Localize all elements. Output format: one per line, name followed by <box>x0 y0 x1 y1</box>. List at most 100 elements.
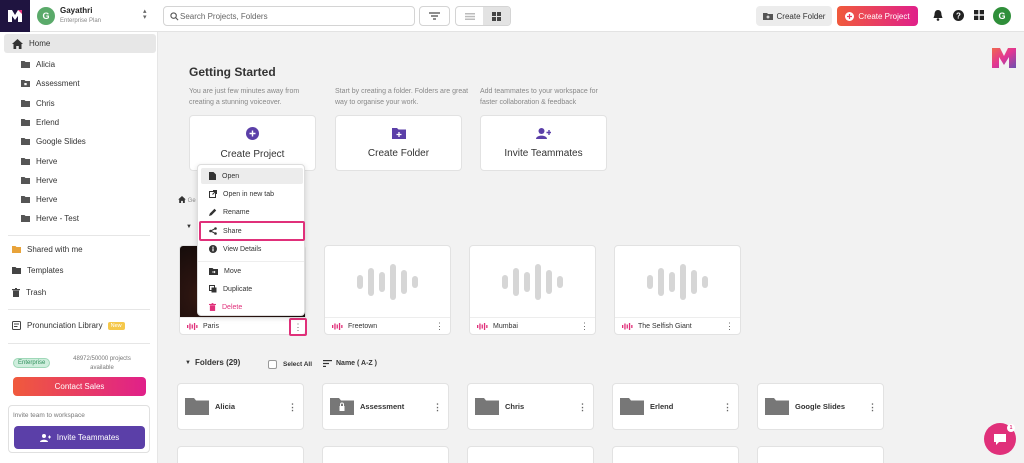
folder-card-alicia[interactable]: Alicia ⋮ <box>177 383 304 430</box>
info-icon <box>209 245 217 253</box>
waveform-placeholder-icon <box>356 263 418 300</box>
folder-card-google-slides[interactable]: Google Slides ⋮ <box>757 383 884 430</box>
folder-more-button[interactable]: ⋮ <box>868 403 877 412</box>
folders-title: Folders (29) <box>194 358 241 367</box>
project-name: The Selfish Giant <box>638 323 692 330</box>
collapse-folders-icon[interactable]: ▼ <box>185 360 191 366</box>
sidebar-item-home[interactable]: Home <box>4 34 156 53</box>
invite-input[interactable] <box>13 409 143 421</box>
breadcrumb[interactable]: Ge <box>178 196 196 204</box>
sidebar-folder-herve[interactable]: Herve <box>21 190 57 209</box>
project-more-button[interactable]: ⋮ <box>435 322 444 331</box>
project-footer: The Selfish Giant ⋮ <box>615 317 740 334</box>
menu-item-label: Share <box>223 227 242 235</box>
create-project-button[interactable]: Create Project <box>837 6 918 26</box>
create-folder-card[interactable]: Create Folder <box>335 115 462 171</box>
menu-item-rename[interactable]: Rename <box>201 204 303 220</box>
project-card-freetown[interactable]: Freetown ⋮ <box>324 245 451 335</box>
waveform-icon <box>187 323 198 330</box>
sort-dropdown[interactable]: Name ( A-Z ) <box>323 360 377 367</box>
menu-item-move[interactable]: Move <box>201 263 303 279</box>
sidebar-item-label: Herve <box>36 195 58 204</box>
waveform-icon <box>332 323 343 330</box>
sidebar-item-shared[interactable]: Shared with me <box>12 240 83 259</box>
folder-card[interactable] <box>757 446 884 463</box>
sidebar-divider <box>8 309 150 310</box>
menu-item-open-in-new-tab[interactable]: Open in new tab <box>201 186 303 202</box>
svg-text:?: ? <box>956 11 961 20</box>
workspace-name[interactable]: Gayathri <box>60 6 92 15</box>
folder-icon <box>21 61 30 68</box>
folder-more-button[interactable]: ⋮ <box>433 403 442 412</box>
folder-card[interactable] <box>467 446 594 463</box>
plus-circle-icon <box>845 11 855 21</box>
project-more-button[interactable]: ⋮ <box>725 322 734 331</box>
folder-more-button[interactable]: ⋮ <box>723 403 732 412</box>
sidebar-folder-assessment[interactable]: Assessment <box>21 74 80 93</box>
sidebar-folder-herve[interactable]: Herve <box>21 152 57 171</box>
sidebar-folder-chris[interactable]: Chris <box>21 94 55 113</box>
menu-item-open[interactable]: Open <box>201 168 303 184</box>
project-thumbnail <box>615 246 740 317</box>
project-card-the-selfish-giant[interactable]: The Selfish Giant ⋮ <box>614 245 741 335</box>
breadcrumb-label: Ge <box>187 198 196 204</box>
contact-sales-button[interactable]: Contact Sales <box>13 377 146 396</box>
project-more-button[interactable]: ⋮ <box>289 318 307 336</box>
grid-view-icon <box>492 11 501 21</box>
app-logo[interactable] <box>0 0 30 32</box>
folder-card[interactable] <box>612 446 739 463</box>
apps-grid-icon[interactable] <box>974 10 984 20</box>
sidebar-folder-erlend[interactable]: Erlend <box>21 113 59 132</box>
menu-item-duplicate[interactable]: Duplicate <box>201 281 303 297</box>
project-context-menu: Open Open in new tab Rename Share View D… <box>197 164 305 316</box>
menu-item-delete[interactable]: Delete <box>201 299 303 315</box>
invite-teammates-card[interactable]: Invite Teammates <box>480 115 607 171</box>
quota-count: 48972/50000 projects <box>73 356 131 362</box>
help-icon[interactable]: ? <box>953 10 964 21</box>
grid-view-button[interactable] <box>483 7 510 25</box>
project-quota: 48972/50000 projects available <box>52 355 152 373</box>
create-project-card[interactable]: Create Project <box>189 115 316 171</box>
sidebar-folder-google-slides[interactable]: Google Slides <box>21 132 86 151</box>
menu-item-label: View Details <box>223 245 262 253</box>
sidebar-item-trash[interactable]: Trash <box>12 283 46 302</box>
add-user-icon <box>39 433 51 442</box>
collapse-projects-icon[interactable]: ▼ <box>186 224 192 230</box>
sidebar-folder-alicia[interactable]: Alicia <box>21 55 55 74</box>
sidebar-folder-herve[interactable]: Herve <box>21 171 57 190</box>
workspace-switcher-icon[interactable]: ▴ ▾ <box>143 8 147 21</box>
workspace-avatar[interactable]: G <box>37 7 55 25</box>
folder-plus-icon <box>762 13 773 20</box>
menu-item-share[interactable]: Share <box>199 221 305 241</box>
invite-teammates-button[interactable]: Invite Teammates <box>14 426 145 449</box>
search-box[interactable] <box>163 6 415 26</box>
pen-icon <box>209 208 217 216</box>
project-more-button[interactable]: ⋮ <box>580 322 589 331</box>
create-folder-button[interactable]: Create Folder <box>756 6 832 26</box>
menu-item-view-details[interactable]: View Details <box>201 241 303 257</box>
folder-icon <box>475 398 499 415</box>
list-view-button[interactable] <box>456 7 483 25</box>
folders-header[interactable]: ▼ Folders (29) <box>185 358 240 367</box>
select-all-label[interactable]: Select All <box>283 361 312 368</box>
folder-card-erlend[interactable]: Erlend ⋮ <box>612 383 739 430</box>
sidebar-item-pronunciation[interactable]: Pronunciation Library New <box>12 316 125 335</box>
folder-card-assessment[interactable]: Assessment ⋮ <box>322 383 449 430</box>
sidebar-item-templates[interactable]: Templates <box>12 261 63 280</box>
folder-more-button[interactable]: ⋮ <box>288 403 297 412</box>
filter-button[interactable] <box>419 6 450 26</box>
folder-more-button[interactable]: ⋮ <box>578 403 587 412</box>
menu-item-label: Duplicate <box>223 285 253 293</box>
search-input[interactable] <box>180 10 408 23</box>
home-icon <box>178 196 186 203</box>
sidebar-folder-herve-test[interactable]: Herve - Test <box>21 209 79 228</box>
folder-card[interactable] <box>177 446 304 463</box>
select-all-checkbox[interactable] <box>268 360 277 369</box>
bell-icon[interactable] <box>933 10 943 21</box>
folder-card-chris[interactable]: Chris ⋮ <box>467 383 594 430</box>
project-card-mumbai[interactable]: Mumbai ⋮ <box>469 245 596 335</box>
workspace-plan: Enterprise Plan <box>60 18 102 24</box>
folder-card[interactable] <box>322 446 449 463</box>
user-avatar[interactable]: G <box>993 7 1011 25</box>
list-view-icon <box>464 12 475 20</box>
